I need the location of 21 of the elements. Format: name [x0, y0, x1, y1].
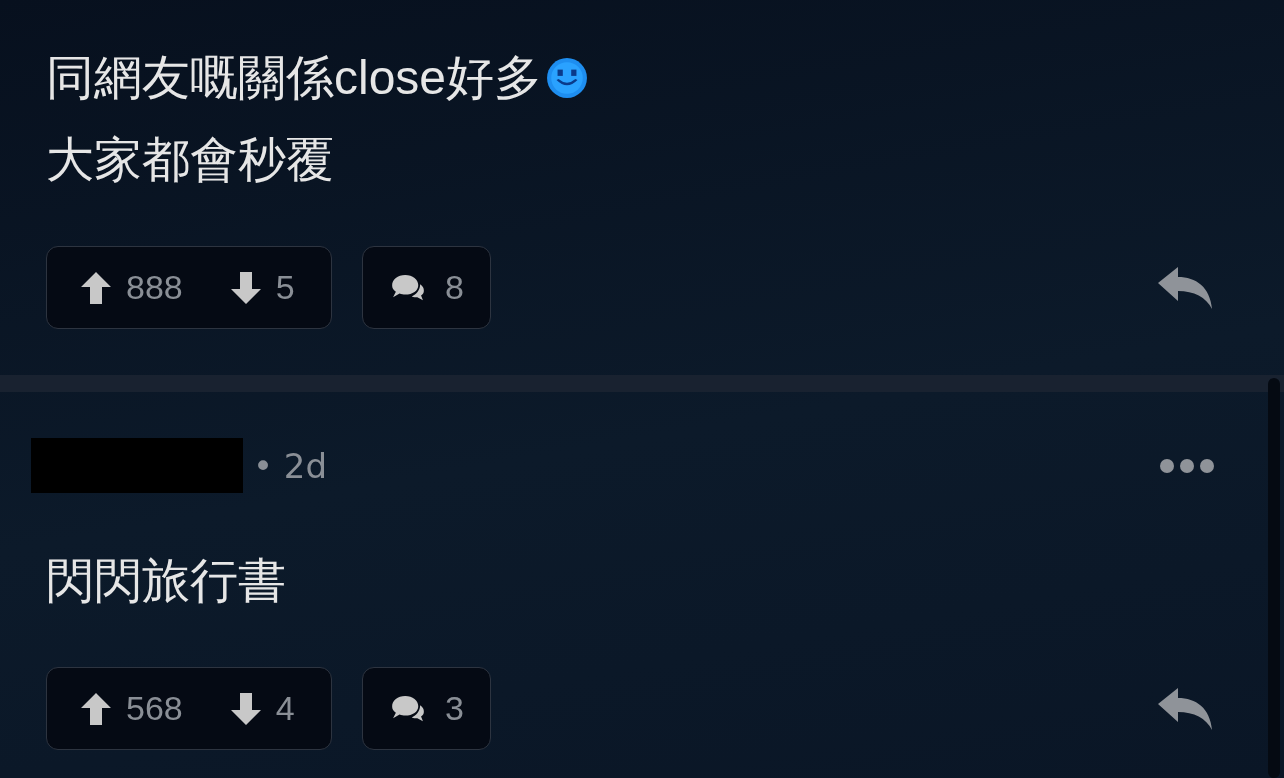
upvote-count: 888: [126, 268, 183, 307]
comment-text: 同網友嘅關係close好多: [46, 50, 543, 106]
upvote-count: 568: [126, 689, 183, 728]
downvote-count: 4: [275, 689, 295, 728]
more-icon[interactable]: [1159, 457, 1215, 474]
downvote-icon[interactable]: [230, 271, 261, 304]
comment-text: 閃閃旅行書: [46, 553, 286, 609]
upvote-icon[interactable]: [81, 271, 111, 304]
reply-icon[interactable]: [1158, 266, 1212, 309]
replies-button[interactable]: 3: [362, 667, 491, 750]
chat-bubbles-icon: [391, 694, 425, 723]
comment-text: 大家都會秒覆: [46, 132, 334, 188]
reply-icon[interactable]: [1158, 687, 1212, 730]
smiley-icon: [546, 57, 589, 99]
upvote-icon[interactable]: [81, 692, 111, 725]
downvote-count: 5: [275, 268, 295, 307]
post-time: • 2d: [253, 445, 328, 486]
replies-button[interactable]: 8: [362, 246, 491, 329]
chat-bubbles-icon: [391, 273, 425, 302]
downvote-icon[interactable]: [230, 692, 261, 725]
scrollbar[interactable]: [1268, 378, 1280, 778]
